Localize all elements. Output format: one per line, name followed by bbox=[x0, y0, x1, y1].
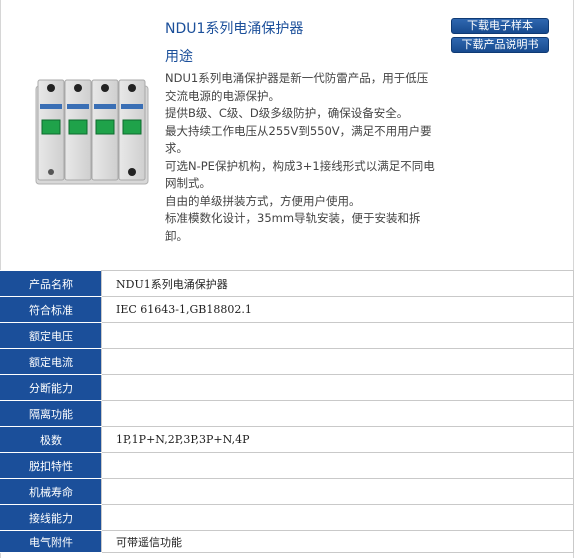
spec-value bbox=[101, 374, 574, 401]
spec-label: 脱扣特性 bbox=[0, 452, 102, 479]
spec-value bbox=[101, 322, 574, 349]
description-line: 最大持续工作电压从255V到550V，满足不用用户要求。 bbox=[165, 123, 432, 156]
spec-table: 产品名称 NDU1系列电涌保护器 符合标准 IEC 61643-1,GB18802.… bbox=[0, 270, 574, 553]
spec-label: 机械寿命 bbox=[0, 478, 102, 505]
spec-value bbox=[101, 348, 574, 375]
description-line: NDU1系列电涌保护器是新一代防雷产品，用于低压交流电源的电源保护。 bbox=[165, 71, 429, 103]
spec-label: 接线能力 bbox=[0, 504, 102, 531]
spec-value bbox=[101, 504, 574, 531]
description-line: 可选N-PE保护机构，构成3+1接线形式以满足不同电网制式。 bbox=[165, 158, 435, 191]
spec-row: 分断能力 bbox=[0, 374, 574, 401]
spec-row: 符合标准 IEC 61643-1,GB18802.1 bbox=[0, 296, 574, 323]
spec-row: 电气附件 可带遥信功能 bbox=[0, 530, 574, 553]
spec-value bbox=[101, 400, 574, 427]
spec-label: 电气附件 bbox=[0, 530, 102, 553]
spec-row: 额定电压 bbox=[0, 322, 574, 349]
download-sample-button[interactable]: 下载电子样本 bbox=[451, 18, 549, 34]
spec-value bbox=[101, 478, 574, 505]
download-manual-button[interactable]: 下载产品说明书 bbox=[451, 37, 549, 53]
spec-label: 隔离功能 bbox=[0, 400, 102, 427]
spec-label: 产品名称 bbox=[0, 270, 102, 297]
spec-row: 隔离功能 bbox=[0, 400, 574, 427]
spec-value: NDU1系列电涌保护器 bbox=[101, 270, 574, 297]
description-line: 标准模数化设计，35mm导轨安装，便于安装和拆卸。 bbox=[165, 211, 421, 243]
spec-row: 脱扣特性 bbox=[0, 452, 574, 479]
description-line: 自由的单级拼装方式，方便用户使用。 bbox=[165, 193, 361, 208]
spec-label: 额定电压 bbox=[0, 322, 102, 349]
description-line: 提供B级、C级、D级多级防护，确保设备安全。 bbox=[165, 106, 409, 120]
usage-heading: 用途 bbox=[165, 49, 193, 65]
spec-row: 产品名称 NDU1系列电涌保护器 bbox=[0, 270, 574, 297]
spec-value: IEC 61643-1,GB18802.1 bbox=[101, 296, 574, 323]
spec-label: 符合标准 bbox=[0, 296, 102, 323]
product-description: NDU1系列电涌保护器是新一代防雷产品，用于低压交流电源的电源保护。 提供B级、… bbox=[165, 70, 435, 245]
spec-value: 1P,1P+N,2P,3P,3P+N,4P bbox=[101, 426, 574, 453]
spec-value bbox=[101, 452, 574, 479]
spec-row: 极数 1P,1P+N,2P,3P,3P+N,4P bbox=[0, 426, 574, 453]
spec-value: 可带遥信功能 bbox=[101, 530, 574, 553]
spec-row: 接线能力 bbox=[0, 504, 574, 531]
spec-row: 额定电流 bbox=[0, 348, 574, 375]
product-image bbox=[35, 79, 149, 185]
product-title: NDU1系列电涌保护器 bbox=[165, 21, 304, 37]
spec-label: 分断能力 bbox=[0, 374, 102, 401]
spec-label: 额定电流 bbox=[0, 348, 102, 375]
spec-row: 机械寿命 bbox=[0, 478, 574, 505]
spec-label: 极数 bbox=[0, 426, 102, 453]
